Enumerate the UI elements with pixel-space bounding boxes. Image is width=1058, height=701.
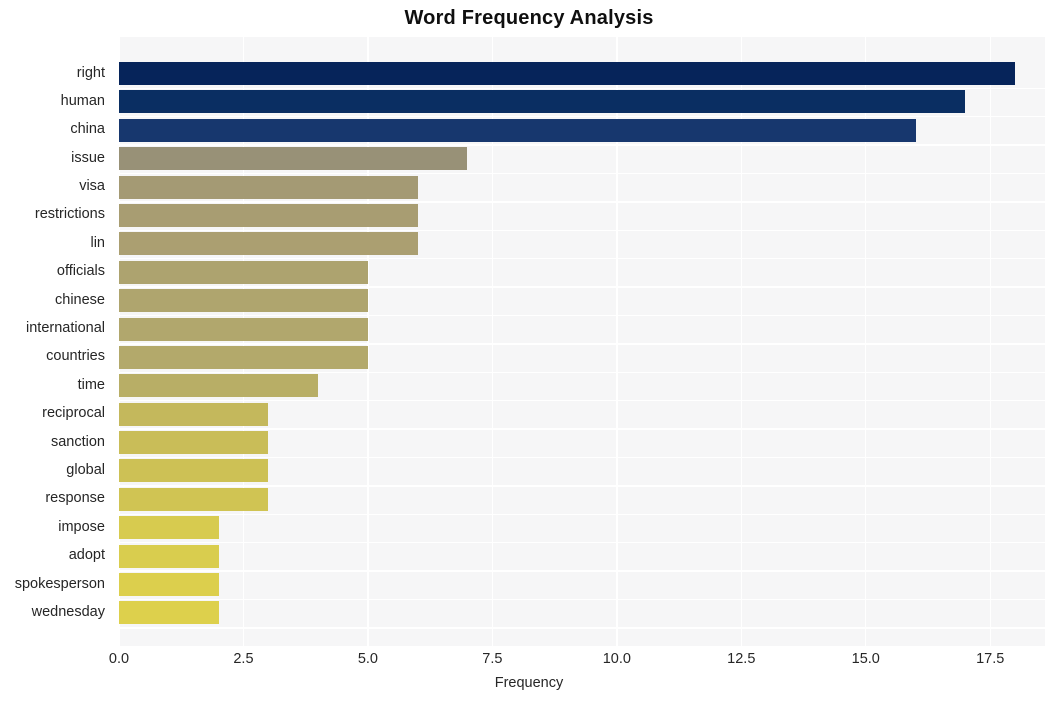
gridline-horizontal	[119, 627, 1045, 629]
bar-chinese	[119, 289, 368, 313]
gridline-vertical	[989, 37, 991, 646]
bar-spokesperson	[119, 573, 219, 597]
gridline-horizontal	[119, 116, 1045, 118]
x-tick-label-15.0: 15.0	[851, 651, 880, 667]
gridline-horizontal	[119, 144, 1045, 146]
bar-wednesday	[119, 601, 219, 625]
gridline-horizontal	[119, 371, 1045, 373]
gridline-horizontal	[119, 172, 1045, 175]
chart-figure: Word Frequency Analysis right human china i…	[0, 0, 1058, 701]
y-tick-label-adopt: adopt	[68, 547, 105, 564]
bar-china	[119, 118, 916, 142]
gridline-horizontal	[119, 258, 1045, 260]
y-axis-tick-labels: right human china issue visa restrictions lin o…	[0, 0, 112, 701]
x-axis-tick-labels: 0.0 2.5 5.0 7.5 10.0 12.5 15.0 17.5	[0, 650, 1058, 674]
x-tick-label-0.0: 0.0	[108, 651, 130, 667]
y-tick-label-issue: issue	[71, 149, 105, 166]
y-tick-label-visa: visa	[79, 178, 105, 195]
bar-time	[119, 374, 319, 398]
x-tick-label-10.0: 10.0	[602, 651, 631, 667]
bar-issue	[119, 147, 468, 171]
x-tick-label-7.5: 7.5	[482, 651, 503, 667]
y-tick-label-response: response	[45, 490, 105, 507]
bar-lin	[119, 232, 418, 256]
bar-reciprocal	[119, 402, 269, 426]
y-tick-label-officials: officials	[56, 263, 105, 280]
x-tick-label-5.0: 5.0	[357, 651, 378, 667]
y-tick-label-wednesday: wednesday	[31, 603, 105, 620]
bar-visa	[119, 175, 418, 199]
gridline-horizontal	[119, 513, 1045, 515]
y-tick-label-impose: impose	[58, 518, 105, 535]
gridline-horizontal	[119, 485, 1045, 487]
y-tick-label-countries: countries	[46, 348, 105, 365]
bar-right	[119, 62, 1016, 85]
x-tick-label-2.5: 2.5	[233, 651, 254, 667]
gridline-horizontal	[119, 343, 1045, 345]
bar-restrictions	[119, 203, 418, 227]
y-tick-label-reciprocal: reciprocal	[42, 405, 105, 422]
y-tick-label-human: human	[60, 92, 105, 109]
y-tick-label-china: china	[70, 121, 105, 138]
gridline-horizontal	[119, 541, 1045, 544]
gridline-horizontal	[119, 570, 1045, 572]
gridline-horizontal	[119, 229, 1045, 232]
bar-international	[119, 317, 368, 341]
gridline-horizontal	[119, 428, 1045, 430]
x-tick-label-17.5: 17.5	[976, 651, 1005, 667]
bar-countries	[119, 345, 368, 369]
bar-impose	[119, 516, 219, 540]
gridline-horizontal	[119, 400, 1045, 402]
y-tick-label-right: right	[76, 64, 105, 81]
gridline-horizontal	[119, 314, 1045, 317]
bar-global	[119, 459, 269, 483]
chart-title: Word Frequency Analysis	[404, 7, 654, 29]
gridline-horizontal	[119, 456, 1045, 459]
gridline-horizontal	[119, 598, 1045, 601]
plot-area	[119, 37, 1045, 646]
y-tick-label-restrictions: restrictions	[34, 206, 105, 223]
bar-response	[119, 487, 269, 511]
y-tick-label-sanction: sanction	[50, 433, 105, 450]
y-tick-label-time: time	[77, 376, 105, 393]
gridline-horizontal	[119, 201, 1045, 203]
x-axis-label: Frequency	[494, 675, 564, 691]
x-tick-label-12.5: 12.5	[727, 651, 756, 667]
bar-adopt	[119, 544, 219, 568]
y-tick-label-chinese: chinese	[55, 291, 105, 308]
y-tick-label-international: international	[26, 320, 105, 337]
gridline-horizontal	[119, 286, 1045, 288]
gridline-horizontal	[119, 87, 1045, 90]
bar-sanction	[119, 431, 269, 455]
bar-human	[119, 90, 966, 114]
y-tick-label-global: global	[66, 461, 105, 478]
y-tick-label-spokesperson: spokesperson	[14, 575, 105, 592]
y-tick-label-lin: lin	[90, 234, 105, 251]
bar-officials	[119, 260, 368, 284]
